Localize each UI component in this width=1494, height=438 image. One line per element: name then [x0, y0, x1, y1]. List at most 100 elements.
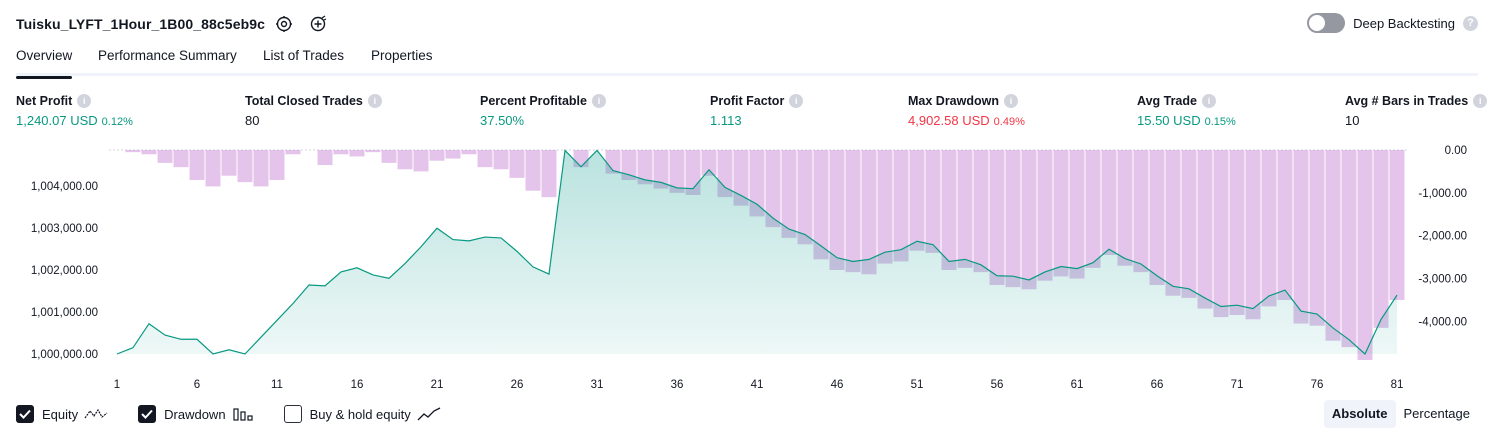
metric-value: 1,240.07 USD: [16, 113, 98, 128]
left-axis-tick-label: 1,002,000.00: [31, 265, 98, 277]
drawdown-bar: [1261, 150, 1277, 307]
right-axis-tick-label: 0.00: [1445, 145, 1467, 157]
info-icon[interactable]: i: [1201, 94, 1216, 108]
x-axis-tick-label: 1: [114, 379, 120, 391]
left-axis-tick-label: 1,004,000.00: [31, 181, 98, 193]
drawdown-checkbox[interactable]: [138, 405, 157, 423]
metric-percent: 0.15%: [1204, 116, 1236, 128]
metric-value: 37.50%: [480, 113, 525, 128]
drawdown-bar: [1053, 150, 1069, 277]
drawdown-bar: [877, 150, 893, 264]
drawdown-bar: [269, 150, 285, 180]
deep-backtesting-toggle[interactable]: [1307, 13, 1346, 33]
x-axis-tick-label: 16: [351, 379, 364, 391]
tab-properties[interactable]: Properties: [371, 48, 433, 76]
report-tabs: Overview Performance Summary List of Tra…: [16, 48, 1478, 79]
drawdown-bars-icon: [232, 408, 253, 421]
legend-label: Equity: [42, 406, 79, 422]
metric-label: Avg # Bars in Trades: [1345, 94, 1469, 108]
left-axis-tick-label: 1,001,000.00: [31, 307, 98, 319]
x-axis-tick-label: 36: [671, 379, 684, 391]
metric-avg-trade: Avg Trade i 15.50 USD 0.15%: [1137, 94, 1236, 128]
drawdown-bar: [285, 150, 301, 155]
drawdown-bar: [173, 150, 189, 168]
x-axis-tick-label: 41: [751, 379, 764, 391]
legend-buy-hold-equity[interactable]: Buy & hold equity: [283, 405, 441, 423]
drawdown-bar: [989, 150, 1005, 285]
drawdown-bar: [893, 150, 909, 262]
drawdown-bar: [1229, 150, 1245, 315]
info-icon[interactable]: i: [1473, 94, 1488, 108]
metric-label: Net Profit: [16, 94, 73, 108]
metric-label: Avg Trade: [1137, 94, 1197, 108]
drawdown-bar: [829, 150, 845, 270]
drawdown-bar: [1085, 150, 1101, 268]
settings-gear-icon[interactable]: [272, 12, 296, 36]
equity-checkbox[interactable]: [16, 405, 34, 423]
drawdown-bar: [541, 150, 557, 198]
info-icon[interactable]: i: [367, 94, 382, 108]
drawdown-bar: [1197, 150, 1213, 309]
drawdown-bar: [1373, 150, 1389, 328]
drawdown-bar: [205, 150, 221, 187]
legend-drawdown[interactable]: Drawdown: [138, 405, 253, 423]
right-axis-tick-label: -2,000.00: [1418, 231, 1467, 243]
drawdown-bar: [861, 150, 877, 275]
metric-avg-bars-in-trades: Avg # Bars in Trades i 10: [1345, 94, 1488, 128]
metric-value: 1.113: [710, 113, 742, 128]
metric-percent: 0.49%: [993, 116, 1025, 128]
drawdown-bar: [509, 150, 525, 178]
drawdown-bar: [1165, 150, 1181, 296]
drawdown-bar: [1101, 150, 1117, 255]
equity-drawdown-chart[interactable]: 1,000,000.00 1,001,000.00 1,002,000.00 1,00…: [0, 140, 1494, 395]
drawdown-bar: [381, 150, 397, 163]
tab-list-of-trades[interactable]: List of Trades: [263, 48, 344, 76]
drawdown-bar: [461, 150, 477, 155]
chart-legend: Equity Drawdown Buy & hold equity: [16, 403, 471, 425]
drawdown-bar: [349, 150, 365, 157]
x-axis-tick-label: 6: [194, 379, 200, 391]
right-axis-tick-label: -4,000.00: [1418, 316, 1467, 328]
drawdown-bar: [525, 150, 541, 191]
drawdown-bar: [413, 150, 429, 172]
metric-value: 4,902.58 USD: [908, 113, 990, 128]
info-icon[interactable]: i: [77, 94, 92, 108]
metric-net-profit: Net Profit i 1,240.07 USD 0.12%: [16, 94, 133, 128]
metric-total-closed-trades: Total Closed Trades i 80: [245, 94, 382, 128]
drawdown-bar: [1037, 150, 1053, 281]
drawdown-bar: [1149, 150, 1165, 285]
metric-value: 10: [1345, 113, 1360, 128]
right-axis-tick-label: -1,000.00: [1418, 188, 1467, 200]
add-to-chart-icon[interactable]: [306, 12, 330, 36]
percentage-button[interactable]: Percentage: [1396, 400, 1479, 428]
drawdown-bar: [1293, 150, 1309, 324]
info-icon[interactable]: i: [591, 94, 606, 108]
drawdown-bar: [1277, 150, 1293, 300]
info-icon[interactable]: i: [1004, 94, 1018, 108]
help-icon[interactable]: ?: [1463, 15, 1478, 31]
absolute-button[interactable]: Absolute: [1323, 400, 1396, 428]
left-axis-tick-label: 1,000,000.00: [31, 349, 98, 361]
left-axis-tick-label: 1,003,000.00: [31, 223, 98, 235]
drawdown-bar: [221, 150, 237, 176]
legend-label: Buy & hold equity: [309, 406, 411, 422]
legend-label: Drawdown: [164, 406, 226, 422]
metric-max-drawdown: Max Drawdown i 4,902.58 USD 0.49%: [908, 94, 1025, 128]
x-axis-tick-label: 61: [1071, 379, 1084, 391]
drawdown-bar: [253, 150, 269, 187]
x-axis-tick-label: 26: [511, 379, 524, 391]
deep-backtesting-label: Deep Backtesting: [1353, 15, 1455, 31]
legend-equity[interactable]: Equity: [16, 405, 108, 423]
metric-percent-profitable: Percent Profitable i 37.50%: [480, 94, 606, 128]
buy-hold-checkbox[interactable]: [283, 405, 302, 423]
tab-overview[interactable]: Overview: [16, 48, 73, 79]
buy-hold-line-icon: [417, 407, 441, 421]
metric-label: Percent Profitable: [480, 94, 587, 108]
drawdown-bar: [973, 150, 989, 273]
drawdown-bar: [1005, 150, 1021, 288]
drawdown-bar: [1389, 150, 1405, 300]
value-mode-toggle: Absolute Percentage: [1323, 400, 1479, 428]
metric-profit-factor: Profit Factor i 1.113: [710, 94, 804, 128]
info-icon[interactable]: i: [789, 94, 804, 108]
tab-performance-summary[interactable]: Performance Summary: [98, 48, 237, 76]
